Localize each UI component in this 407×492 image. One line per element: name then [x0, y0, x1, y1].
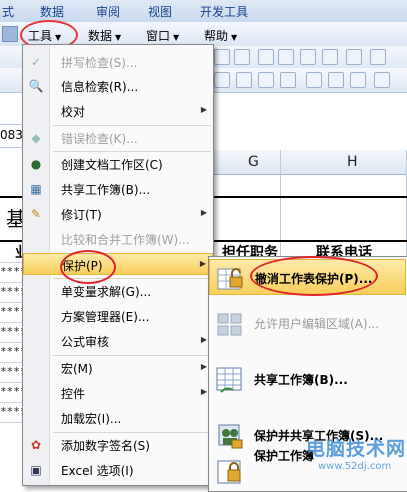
submenu-arrow-icon: ▶ — [200, 105, 207, 114]
toolbar-button[interactable] — [214, 49, 230, 65]
menu-item-scenario-manager[interactable]: 方案管理器(E)... — [23, 305, 213, 327]
protect-workbook-icon — [217, 460, 241, 484]
chevron-down-icon: ▼ — [115, 33, 122, 42]
menu-data[interactable]: 数据 ▼ — [88, 27, 121, 44]
signature-icon: ✿ — [30, 438, 42, 452]
unprotect-sheet-icon — [217, 268, 243, 290]
toolbar-button[interactable] — [234, 49, 250, 65]
column-header-h[interactable]: H — [347, 154, 358, 170]
toolbar-button[interactable] — [278, 49, 294, 65]
toolbar-button[interactable] — [258, 49, 274, 65]
menu-item-error-check[interactable]: ◆ 错误检查(K)... — [23, 127, 213, 149]
menu-item-formula-auditing[interactable]: 公式审核 ▶ — [23, 330, 213, 352]
column-header-g[interactable]: G — [248, 154, 259, 170]
menu-help[interactable]: 帮助 ▼ — [204, 27, 237, 44]
annotation-circle-protection — [60, 250, 116, 284]
toolbar-button[interactable] — [306, 72, 322, 88]
toolbar-button[interactable] — [280, 72, 296, 88]
workspace-icon: ● — [30, 157, 42, 171]
column-headers: G H — [210, 150, 407, 175]
ribbon-tab-bar: 式 数据 审阅 视图 开发工具 — [0, 0, 407, 23]
toolbar-button[interactable] — [300, 49, 316, 65]
allow-edit-ranges-icon — [217, 313, 242, 336]
menu-item-excel-options[interactable]: ▣ Excel 选项(I) — [23, 459, 213, 481]
submenu-item-share-workbook[interactable]: 共享工作簿(B)... — [209, 353, 406, 407]
spellcheck-icon: ✓ — [30, 55, 42, 69]
toolbar-button[interactable] — [370, 49, 386, 65]
submenu-arrow-icon: ▶ — [200, 362, 207, 371]
research-icon: 🔍 — [28, 79, 44, 93]
ribbon-tab-data[interactable]: 数据 — [40, 3, 64, 20]
options-icon: ▣ — [30, 463, 42, 477]
submenu-arrow-icon: ▶ — [200, 387, 207, 396]
menu-item-share-workbook[interactable]: ▦ 共享工作簿(B)... — [23, 178, 213, 200]
menu-item-controls[interactable]: 控件 ▶ — [23, 382, 213, 404]
chevron-down-icon: ▼ — [173, 33, 180, 42]
submenu-arrow-icon: ▶ — [200, 335, 207, 344]
menu-item-macro[interactable]: 宏(M) ▶ — [23, 357, 213, 379]
toolbar-button[interactable] — [258, 72, 274, 88]
menu-separator — [53, 125, 211, 126]
toolbar-button[interactable] — [350, 72, 366, 88]
menu-item-proofing[interactable]: 校对 ▶ — [23, 100, 213, 122]
annotation-circle-unprotect — [250, 256, 378, 296]
watermark: 电脑技术网 www.52dj.com — [280, 426, 407, 490]
menu-item-create-workspace[interactable]: ● 创建文档工作区(C) — [23, 153, 213, 175]
menu-item-compare-merge[interactable]: 比较和合并工作簿(W)... — [23, 228, 213, 250]
watermark-text: 电脑技术网 — [306, 438, 407, 460]
ribbon-tab-view[interactable]: 视图 — [148, 3, 172, 20]
menu-item-digital-signature[interactable]: ✿ 添加数字签名(S) — [23, 434, 213, 456]
submenu-item-allow-edit-ranges[interactable]: 允许用户编辑区域(A)... — [209, 297, 406, 351]
menu-item-goal-seek[interactable]: 单变量求解(G)... — [23, 280, 213, 302]
toolbar-button[interactable] — [374, 72, 390, 88]
ribbon-tab-developer[interactable]: 开发工具 — [200, 3, 248, 20]
submenu-arrow-icon: ▶ — [200, 208, 207, 217]
error-check-icon: ◆ — [31, 131, 41, 145]
watermark-url: www.52dj.com — [318, 461, 392, 472]
toolbar-button[interactable] — [328, 72, 344, 88]
menu-item-spellcheck[interactable]: ✓ 拼写检查(S)... — [23, 51, 213, 73]
toolbar-button[interactable] — [214, 72, 230, 88]
tools-menu: ✓ 拼写检查(S)... 🔍 信息检索(R)... 校对 ▶ ◆ 错误检查(K)… — [22, 44, 214, 486]
menu-separator — [53, 355, 211, 356]
ribbon-tab-formulas[interactable]: 式 — [2, 3, 14, 20]
share-workbook-icon — [216, 367, 242, 393]
menu-separator — [53, 151, 211, 152]
toolbar-button[interactable] — [346, 49, 362, 65]
chevron-down-icon: ▼ — [231, 33, 238, 42]
toolbar-button[interactable] — [322, 49, 338, 65]
menu-item-protection[interactable]: 保护(P) ▶ — [23, 253, 213, 275]
menu-separator — [53, 432, 211, 433]
menu-item-research[interactable]: 🔍 信息检索(R)... — [23, 75, 213, 97]
menu-item-add-ins[interactable]: 加载宏(I)... — [23, 407, 213, 429]
toolbar-button[interactable] — [236, 72, 252, 88]
menu-item-track-changes[interactable]: ✎ 修订(T) ▶ — [23, 203, 213, 225]
track-changes-icon: ✎ — [30, 207, 42, 221]
menu-window[interactable]: 窗口 ▼ — [146, 27, 179, 44]
file-icon[interactable] — [2, 26, 18, 42]
share-workbook-icon: ▦ — [30, 182, 42, 196]
submenu-arrow-icon: ▶ — [199, 259, 206, 268]
ribbon-tab-review[interactable]: 审阅 — [96, 3, 120, 20]
